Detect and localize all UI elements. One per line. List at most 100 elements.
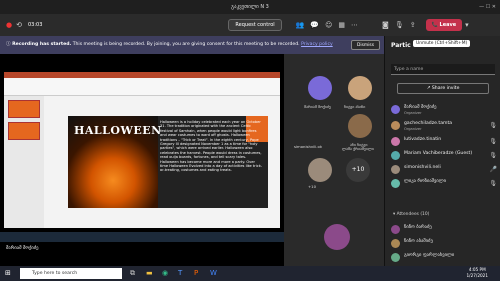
request-control-button[interactable]: Request control	[228, 19, 282, 31]
attendee-name: გიორგი ფარლახვილი	[404, 253, 455, 258]
taskbar-search-input[interactable]: Type here to search	[20, 268, 122, 279]
slide-heading: HALLOWEEN	[74, 124, 162, 137]
participant-row[interactable]: ლიკა როზიაშვილი 🎙	[391, 178, 499, 191]
more-participants[interactable]: +10	[346, 158, 370, 182]
taskbar-search-text: Type here to search	[32, 271, 78, 276]
participants-panel: Partic Unmute (Ctrl+Shift+M) Type a name…	[384, 36, 500, 266]
mic-off-icon: 🎙	[489, 152, 497, 159]
avatar	[391, 151, 400, 160]
privacy-policy-link[interactable]: Privacy policy	[301, 42, 333, 47]
ppt-ribbon	[4, 78, 280, 96]
participant-avatar[interactable]	[308, 76, 332, 100]
clock-date: 1/27/2021	[466, 273, 488, 278]
dismiss-button[interactable]: Dismiss	[351, 40, 380, 50]
participant-avatar[interactable]	[308, 158, 332, 182]
system-clock[interactable]: 4:05 PM 1/27/2021	[467, 267, 488, 279]
people-icon[interactable]: 👥	[296, 21, 305, 29]
window-title-bar: გაკვეთილი N 3 — ☐ ✕	[0, 0, 500, 14]
participant-name: gachechiladze.tamta	[404, 121, 453, 126]
slide-thumbnail	[8, 122, 40, 140]
avatar	[391, 105, 400, 114]
presenter-label: მარიამ მოქიძე	[6, 246, 39, 251]
camera-icon[interactable]: ◙	[382, 21, 389, 29]
attendee-name: ნინო ბარაძე	[404, 225, 432, 230]
rewind-icon: ⟲	[16, 21, 22, 29]
windows-start-icon[interactable]: ⊞	[5, 269, 11, 277]
mic-on-icon: 🎤	[489, 166, 497, 173]
participant-row[interactable]: Mariam Vachiberadze (Guest) 🎙	[391, 150, 499, 163]
participant-avatar[interactable]	[348, 76, 372, 100]
participant-role: Organizer	[404, 127, 422, 131]
mic-off-icon: 🎙	[489, 180, 497, 187]
participant-row[interactable]: gachechiladze.tamta Organizer 🎙	[391, 120, 499, 133]
panel-title: Partic	[391, 42, 411, 49]
task-view-icon[interactable]: ⧉	[130, 269, 135, 278]
attendees-header[interactable]: ▾ Attendees (10)	[393, 212, 429, 217]
unmute-tooltip: Unmute (Ctrl+Shift+M)	[413, 40, 471, 47]
participant-name: lutivadze.tinatin	[404, 137, 442, 142]
share-invite-label: Share invite	[431, 86, 460, 91]
participant-row[interactable]: მარიამ მოქიძე Organizer	[391, 104, 499, 117]
participant-name: ლაშა ჭრიაშვილი	[342, 146, 374, 151]
powerpoint-window: HALLOWEEN Halloween is a holiday celebra…	[4, 72, 280, 228]
recording-icon: ●	[6, 21, 13, 29]
share-screen-icon[interactable]: ⇪	[410, 21, 416, 29]
participant-name: Mariam Vachiberadze (Guest)	[404, 151, 473, 156]
participant-avatar[interactable]	[324, 224, 350, 250]
chat-icon[interactable]: 💬	[310, 21, 319, 29]
avatar	[391, 239, 400, 248]
participant-name: ნიტვი ასინი	[344, 104, 366, 109]
window-title: გაკვეთილი N 3	[231, 4, 269, 10]
slide-bullet: Halloween is a holiday celebrated each y…	[160, 120, 263, 173]
slide-thumbnail	[8, 100, 40, 118]
powerpoint-icon[interactable]: P	[194, 269, 198, 277]
leave-label: Leave	[439, 22, 457, 28]
meeting-timer: 03:03	[27, 22, 43, 28]
participant-name: მარიამ მოქიძე	[304, 104, 331, 109]
windows-taskbar: ⊞ Type here to search ⧉ ▬ ◉ T P W 4:05 P…	[0, 266, 500, 281]
avatar	[391, 165, 400, 174]
more-options-icon[interactable]: ⋯	[351, 21, 358, 29]
recording-banner: ⓘ Recording has started. This meeting is…	[0, 36, 384, 54]
participant-name: +10	[308, 184, 317, 189]
shared-taskbar	[0, 232, 284, 242]
share-invite-button[interactable]: ↗ Share invite	[397, 83, 489, 94]
edge-icon[interactable]: ◉	[162, 269, 168, 277]
participant-row[interactable]: lutivadze.tinatin 🎙	[391, 136, 499, 149]
participant-name: ლიკა როზიაშვილი	[404, 179, 447, 184]
reactions-icon[interactable]: ☺	[325, 21, 332, 29]
avatar	[391, 121, 400, 130]
leave-chevron-icon[interactable]: ▾	[465, 21, 469, 29]
window-controls[interactable]: — ☐ ✕	[479, 0, 496, 14]
avatar	[391, 225, 400, 234]
participant-search-input[interactable]: Type a name	[391, 64, 495, 75]
meeting-toolbar: ● ⟲ 03:03 Request control 👥 💬 ☺ ▦ ⋯ ◙ 🎙 …	[0, 14, 500, 36]
attendee-name: ნინო აბაშიძე	[404, 239, 433, 244]
avatar	[391, 179, 400, 188]
attendee-row[interactable]: ნინო აბაშიძე	[391, 238, 499, 251]
participant-role: Organizer	[404, 111, 422, 115]
participant-avatar[interactable]	[348, 114, 372, 138]
file-explorer-icon[interactable]: ▬	[146, 269, 153, 277]
attendee-row[interactable]: გიორგი ფარლახვილი	[391, 252, 499, 265]
participant-name: simonishvili.ok	[294, 144, 323, 149]
leave-button[interactable]: 📞 Leave	[425, 19, 463, 31]
participant-name: simonishvili.neli	[404, 165, 441, 170]
slide-thumbnails	[4, 96, 44, 228]
current-slide: HALLOWEEN Halloween is a holiday celebra…	[68, 116, 268, 208]
teams-icon[interactable]: T	[178, 269, 182, 277]
participant-tiles: მარიამ მოქიძე ნიტვი ასინი ანი ნიტვი simo…	[284, 54, 384, 266]
banner-text: This meeting is being recorded. By joini…	[71, 42, 300, 47]
mic-off-icon: 🎙	[489, 138, 497, 145]
avatar	[391, 253, 400, 262]
rooms-icon[interactable]: ▦	[338, 21, 345, 29]
avatar	[391, 137, 400, 146]
mic-icon[interactable]: 🎙	[395, 21, 404, 29]
mic-off-icon: 🎙	[489, 122, 497, 129]
word-icon[interactable]: W	[210, 269, 217, 277]
attendees-label: Attendees (10)	[396, 212, 430, 217]
participant-row[interactable]: simonishvili.neli 🎤	[391, 164, 499, 177]
banner-bold: Recording has started.	[12, 42, 72, 47]
attendee-row[interactable]: ნინო ბარაძე	[391, 224, 499, 237]
participant-name: მარიამ მოქიძე	[404, 105, 437, 110]
